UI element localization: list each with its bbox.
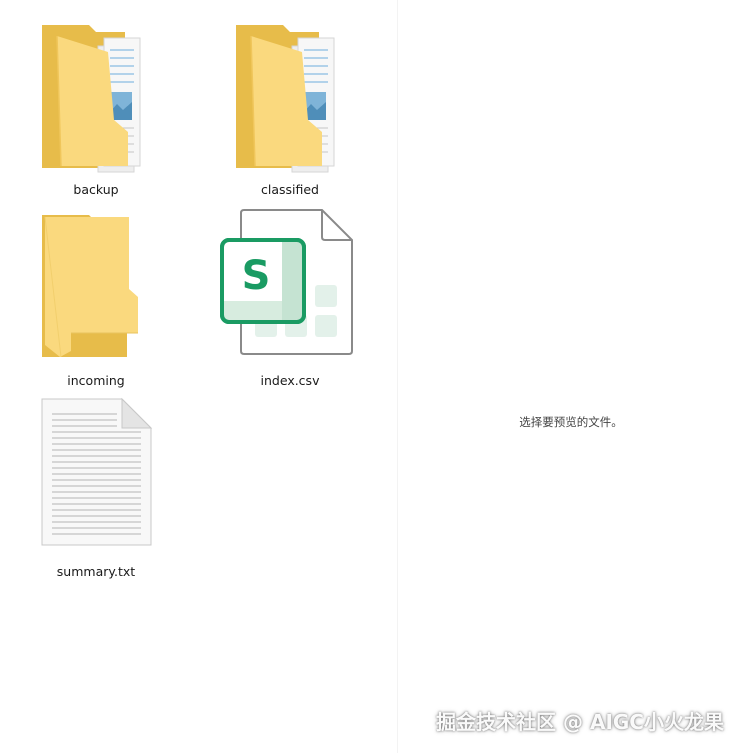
spreadsheet-file-icon: S xyxy=(195,199,385,369)
file-item-classified[interactable]: classified xyxy=(195,8,385,198)
file-item-label: classified xyxy=(260,182,319,197)
file-item-backup[interactable]: backup xyxy=(1,8,191,198)
text-file-icon xyxy=(1,390,191,560)
file-item-incoming[interactable]: incoming xyxy=(1,199,191,389)
preview-pane: 选择要预览的文件。 xyxy=(398,0,744,753)
preview-placeholder-message: 选择要预览的文件。 xyxy=(519,415,623,429)
folder-with-documents-icon xyxy=(195,8,385,178)
file-list-pane: backup classified incoming S index.csv s… xyxy=(0,0,397,753)
file-item-label: index.csv xyxy=(260,373,320,388)
file-explorer-window: backup classified incoming S index.csv s… xyxy=(0,0,744,753)
file-item-label: summary.txt xyxy=(56,564,136,579)
file-item-index-csv[interactable]: S index.csv xyxy=(195,199,385,389)
empty-folder-icon xyxy=(1,199,191,369)
folder-with-documents-icon xyxy=(1,8,191,178)
svg-text:S: S xyxy=(242,253,271,299)
file-item-label: backup xyxy=(73,182,119,197)
file-item-label: incoming xyxy=(67,373,125,388)
watermark: 掘金技术社区 @ AIGC小火龙果 xyxy=(436,710,724,734)
file-item-summary-txt[interactable]: summary.txt xyxy=(1,390,191,580)
